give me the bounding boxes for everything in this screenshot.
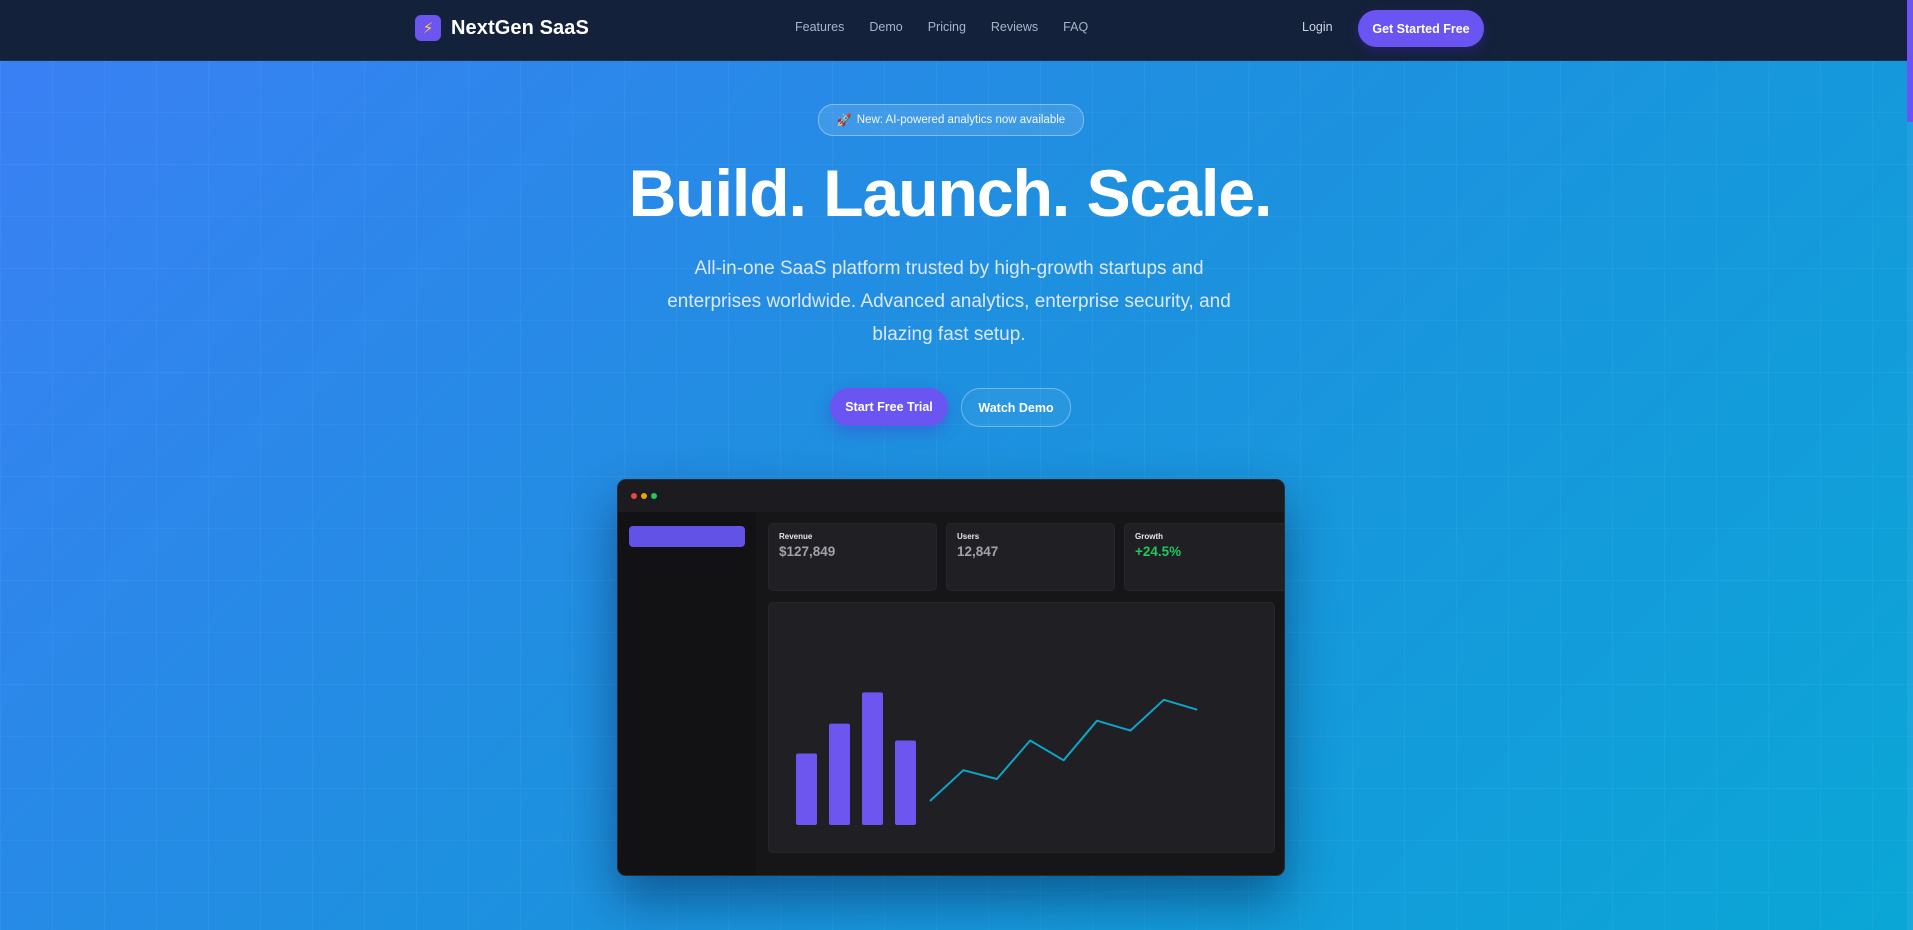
nav-link-faq[interactable]: FAQ	[1063, 20, 1088, 34]
dashboard-preview: Revenue $127,849 Users 12,847 Growth +24…	[617, 479, 1285, 876]
chart-bar	[829, 723, 850, 825]
get-started-button[interactable]: Get Started Free	[1358, 10, 1484, 47]
announcement-text: New: AI-powered analytics now available	[856, 114, 1066, 126]
stat-card-revenue: Revenue $127,849	[768, 523, 937, 591]
chart-panel	[768, 602, 1275, 853]
nav-link-features[interactable]: Features	[795, 20, 844, 34]
window-minimize-dot	[641, 493, 647, 499]
stat-value: $127,849	[779, 544, 836, 559]
lightning-logo-icon: ⚡	[415, 15, 441, 41]
chart	[796, 692, 1198, 825]
hero-title: Build. Launch. Scale.	[0, 155, 1900, 231]
nav-link-demo[interactable]: Demo	[869, 20, 902, 34]
stat-label: Revenue	[779, 532, 813, 541]
login-link[interactable]: Login	[1302, 20, 1333, 34]
preview-sidebar-active-item	[629, 526, 745, 547]
scrollbar-track[interactable]	[1907, 122, 1913, 930]
window-maximize-dot	[651, 493, 657, 499]
stat-card-growth: Growth +24.5%	[1124, 523, 1284, 591]
window-close-dot	[631, 493, 637, 499]
preview-sidebar	[618, 512, 756, 875]
stat-label: Growth	[1135, 532, 1163, 541]
stat-label: Users	[957, 532, 980, 541]
chart-line-series	[929, 698, 1198, 802]
hero-subtitle: All-in-one SaaS platform trusted by high…	[667, 258, 1231, 345]
stat-value: +24.5%	[1135, 544, 1182, 559]
window-titlebar	[618, 480, 1284, 512]
chart-bar	[862, 692, 883, 825]
rocket-icon: 🚀	[836, 113, 852, 127]
brand-name: NextGen SaaS	[451, 16, 589, 39]
announcement-badge[interactable]: 🚀 New: AI-powered analytics now availabl…	[818, 104, 1084, 136]
nav-link-reviews[interactable]: Reviews	[991, 20, 1038, 34]
top-navigation: ⚡ NextGen SaaS Features Demo Pricing Rev…	[0, 0, 1907, 61]
chart-bar	[895, 740, 916, 825]
nav-link-pricing[interactable]: Pricing	[928, 20, 966, 34]
nav-links: Features Demo Pricing Reviews FAQ	[795, 20, 1113, 34]
brand[interactable]: ⚡ NextGen SaaS	[415, 15, 589, 41]
stat-value: 12,847	[957, 544, 999, 559]
chart-bar	[796, 753, 817, 825]
stat-card-users: Users 12,847	[946, 523, 1115, 591]
watch-demo-button[interactable]: Watch Demo	[961, 388, 1071, 427]
scrollbar-thumb[interactable]	[1907, 0, 1913, 122]
start-free-trial-button[interactable]: Start Free Trial	[830, 388, 948, 426]
